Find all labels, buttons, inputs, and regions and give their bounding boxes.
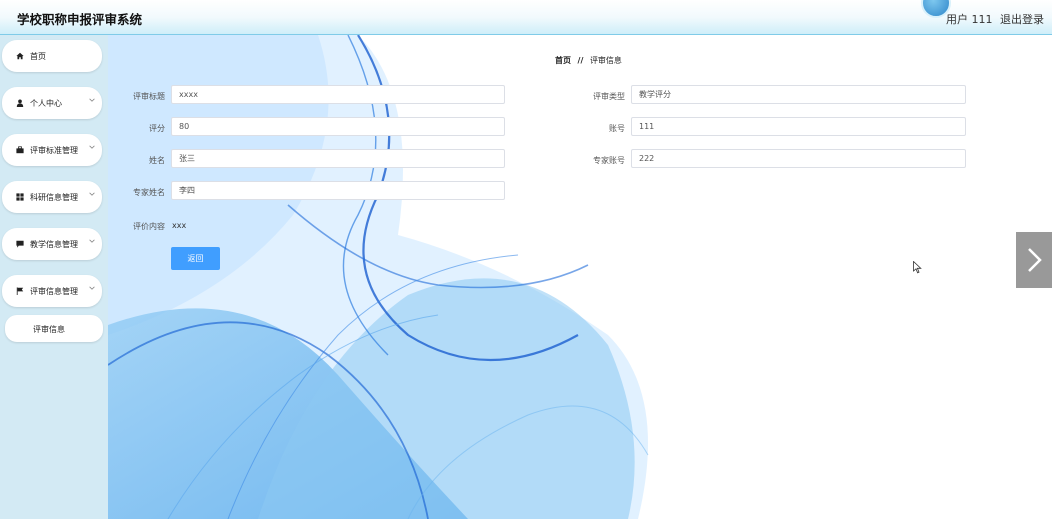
sidebar-item-label: 首页	[30, 52, 46, 61]
user-label: 用户 111	[946, 13, 993, 26]
review-title-label: 评审标题	[133, 92, 165, 101]
chevron-down-icon	[89, 192, 95, 196]
review-type-label: 评审类型	[593, 92, 625, 101]
breadcrumb: 首页 // 评审信息	[555, 55, 622, 66]
name-input[interactable]: 张三	[171, 149, 505, 168]
breadcrumb-separator: //	[577, 56, 584, 65]
sidebar-item-review-standards[interactable]: 评审标准管理	[2, 134, 102, 166]
sidebar-item-label: 评审标准管理	[30, 146, 78, 155]
evaluation-content-label: 评价内容	[133, 222, 165, 231]
chevron-down-icon	[89, 286, 95, 290]
chevron-down-icon	[89, 98, 95, 102]
sidebar-item-label: 教学信息管理	[30, 240, 78, 249]
sidebar-item-research-info[interactable]: 科研信息管理	[2, 181, 102, 213]
chevron-down-icon	[89, 239, 95, 243]
comment-icon	[16, 240, 24, 248]
sidebar-item-label: 科研信息管理	[30, 193, 78, 202]
flag-icon	[16, 287, 24, 295]
home-icon	[16, 52, 24, 60]
grid-icon	[16, 193, 24, 201]
expert-name-label: 专家姓名	[133, 188, 165, 197]
main-content: 首页 // 评审信息 评审标题 xxxx 评分 80 姓名 张三 专家姓名 李四…	[108, 35, 1052, 519]
sidebar: 首页 个人中心 评审标准管理 科研信息管理 教学信息管理 评审信息管理 评审信息	[0, 35, 108, 519]
sidebar-item-teaching-info[interactable]: 教学信息管理	[2, 228, 102, 260]
name-label: 姓名	[149, 156, 165, 165]
account-label: 账号	[609, 124, 625, 133]
logout-link[interactable]: 退出登录	[1000, 11, 1044, 27]
submenu-item-label: 评审信息	[33, 325, 65, 334]
user-icon	[16, 99, 24, 107]
review-type-input[interactable]: 教学评分	[631, 85, 966, 104]
evaluation-content-value: xxx	[172, 221, 187, 230]
top-header: 学校职称申报评审系统 用户 111 退出登录	[0, 0, 1052, 35]
expert-name-input[interactable]: 李四	[171, 181, 505, 200]
sidebar-item-personal-center[interactable]: 个人中心	[2, 87, 102, 119]
score-label: 评分	[149, 124, 165, 133]
sidebar-item-review-info[interactable]: 评审信息管理	[2, 275, 102, 307]
expert-account-input[interactable]: 222	[631, 149, 966, 168]
expert-account-label: 专家账号	[593, 156, 625, 165]
chevron-down-icon	[89, 145, 95, 149]
review-title-input[interactable]: xxxx	[171, 85, 505, 104]
sidebar-item-label: 个人中心	[30, 99, 62, 108]
breadcrumb-home[interactable]: 首页	[555, 56, 571, 65]
next-arrow-button[interactable]	[1016, 232, 1052, 288]
chevron-right-icon	[1028, 248, 1042, 272]
briefcase-icon	[16, 146, 24, 154]
background-waves	[108, 35, 649, 519]
submenu-item-review-info[interactable]: 评审信息	[5, 315, 103, 342]
sidebar-item-home[interactable]: 首页	[2, 40, 102, 72]
sidebar-item-label: 评审信息管理	[30, 287, 78, 296]
back-button[interactable]: 返回	[171, 247, 220, 270]
app-title: 学校职称申报评审系统	[17, 12, 143, 27]
breadcrumb-current: 评审信息	[589, 56, 622, 65]
score-input[interactable]: 80	[171, 117, 505, 136]
account-input[interactable]: 111	[631, 117, 966, 136]
mouse-cursor-icon	[913, 261, 922, 274]
